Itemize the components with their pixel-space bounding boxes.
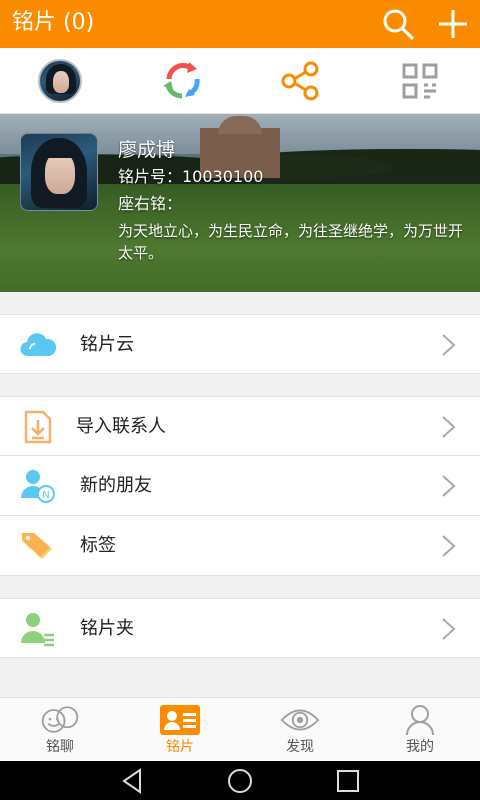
tab-label-discover: 发现 [286, 739, 314, 755]
tab-cards[interactable]: 铭片 [120, 698, 240, 762]
chat-faces-icon [40, 704, 80, 736]
cloud-icon [20, 327, 56, 363]
menu-label-import-contacts: 导入联系人 [76, 416, 166, 437]
tab-label-cards: 铭片 [166, 739, 194, 755]
profile-card-id: 铭片号：10030100 [118, 167, 264, 186]
tab-mine[interactable]: 我的 [360, 698, 480, 762]
bottom-navigation: 铭聊 铭片 发现 我的 [0, 697, 480, 761]
new-friend-icon: N [20, 468, 56, 504]
menu-item-import-contacts[interactable]: 导入联系人 [0, 396, 480, 456]
sync-icon[interactable] [159, 57, 207, 105]
avatar [38, 59, 82, 103]
chevron-right-icon [442, 535, 456, 557]
svg-text:N: N [42, 490, 49, 501]
chevron-right-icon [442, 334, 456, 356]
profile-banner[interactable]: 廖成博 铭片号：10030100 座右铭： 为天地立心，为生民立命，为往圣继绝学… [0, 114, 480, 292]
chevron-right-icon [442, 618, 456, 640]
tab-label-chat: 铭聊 [46, 739, 74, 755]
tab-label-mine: 我的 [406, 739, 434, 755]
tab-discover[interactable]: 发现 [240, 698, 360, 762]
tab-chat[interactable]: 铭聊 [0, 698, 120, 762]
person-icon [400, 704, 440, 736]
tag-icon [20, 528, 56, 564]
contact-card-icon [160, 704, 200, 736]
share-icon[interactable] [276, 57, 324, 105]
search-icon[interactable] [378, 4, 418, 44]
menu-item-card-folder[interactable]: 铭片夹 [0, 598, 480, 658]
page-title: 铭片 (0) [12, 10, 95, 35]
menu-item-new-friends[interactable]: N 新的朋友 [0, 456, 480, 516]
menu-label-tags: 标签 [80, 535, 116, 556]
import-file-icon [20, 409, 56, 445]
app-header: 铭片 (0) [0, 0, 480, 48]
recents-icon[interactable] [335, 768, 361, 794]
menu-item-tags[interactable]: 标签 [0, 516, 480, 576]
menu-label-cloud: 铭片云 [80, 334, 134, 355]
my-card-avatar-button[interactable] [36, 57, 84, 105]
motto-label: 座右铭： [118, 194, 183, 213]
plus-icon[interactable] [433, 4, 473, 44]
home-icon[interactable] [227, 768, 253, 794]
system-navigation-bar [0, 761, 480, 800]
motto-text: 为天地立心，为生民立命，为往圣继绝学，为万世开太平。 [118, 222, 464, 262]
quick-actions-bar [0, 48, 480, 114]
card-folder-icon [20, 611, 56, 647]
eye-icon [280, 704, 320, 736]
chevron-right-icon [442, 475, 456, 497]
menu-label-card-folder: 铭片夹 [80, 618, 134, 639]
menu-item-cloud[interactable]: 铭片云 [0, 314, 480, 374]
menu-label-new-friends: 新的朋友 [80, 475, 152, 496]
chevron-right-icon [442, 416, 456, 438]
qr-code-icon[interactable] [396, 57, 444, 105]
profile-avatar[interactable] [20, 133, 98, 211]
profile-name: 廖成博 [118, 139, 176, 161]
back-icon[interactable] [120, 768, 146, 794]
